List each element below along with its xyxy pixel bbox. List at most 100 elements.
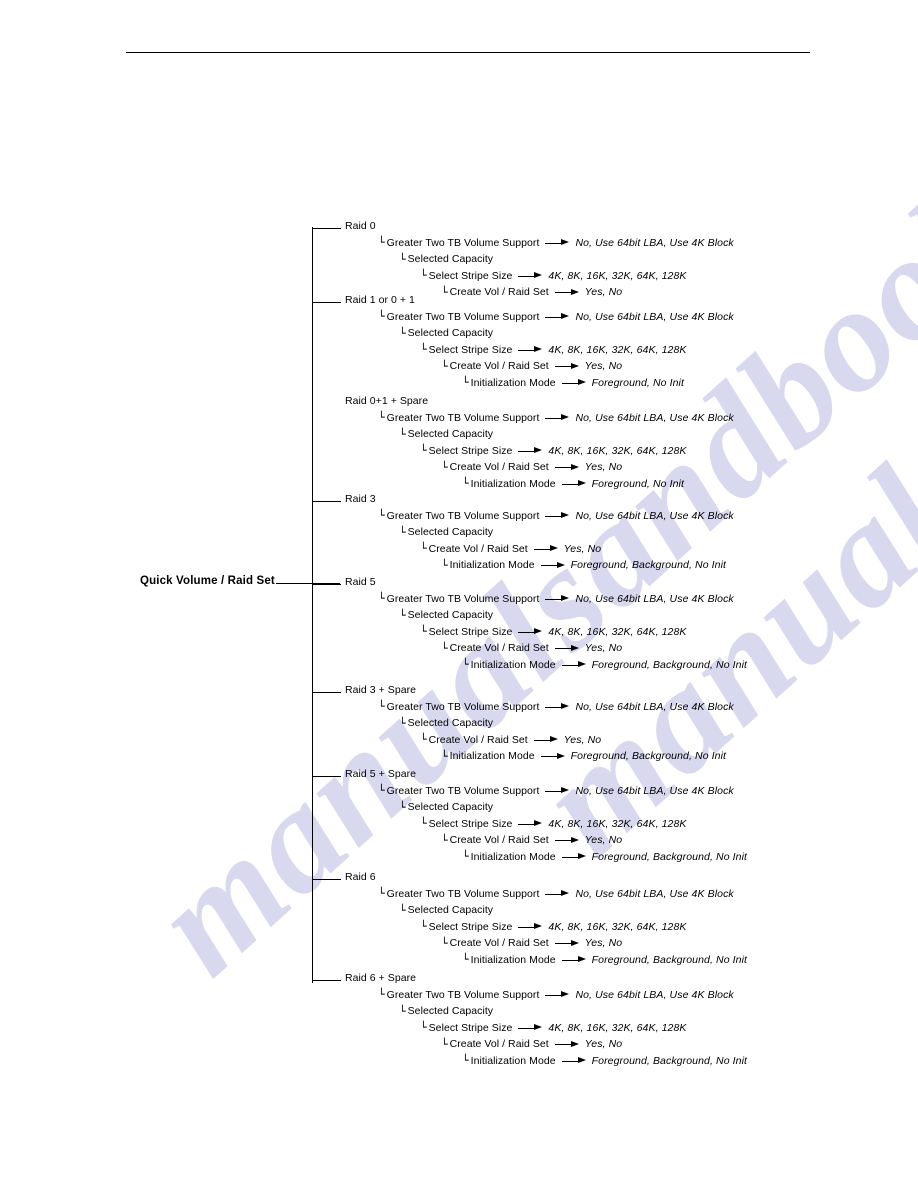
tree-node[interactable]: └ Initialization Mode Foreground, Backgrou… — [462, 851, 747, 863]
tree-node-options: No, Use 64bit LBA, Use 4K Block — [575, 509, 734, 522]
tree-node[interactable]: └ Initialization Mode Foreground, Backgrou… — [462, 659, 747, 671]
arrow-right-icon — [545, 991, 571, 999]
tree-node[interactable]: └ Select Stripe Size 4K, 8K, 16K, 32K, 64K… — [420, 344, 687, 356]
tree-node[interactable]: └ Greater Two TB Volume Support No, Use 64… — [378, 888, 734, 900]
tree-elbow-icon: └ — [378, 509, 385, 522]
tree-node-options: No, Use 64bit LBA, Use 4K Block — [575, 236, 734, 249]
tree-elbow-icon: └ — [399, 1004, 406, 1018]
tree-elbow-icon: └ — [441, 833, 448, 847]
branch-title[interactable]: Raid 0 — [345, 220, 376, 232]
tree-node[interactable]: └ Select Stripe Size 4K, 8K, 16K, 32K, 64K… — [420, 626, 687, 638]
tree-node-options: Yes, No — [584, 360, 623, 372]
branch-title[interactable]: Raid 0+1 + Spare — [345, 395, 428, 407]
tree-node[interactable]: └ Selected Capacity — [399, 717, 493, 729]
tree-node[interactable]: └ Create Vol / Raid Set Yes, No — [441, 360, 622, 372]
tree-node[interactable]: └ Create Vol / Raid Set Yes, No — [441, 834, 622, 846]
tree-node-label: Create Vol / Raid Set — [449, 642, 549, 654]
tree-elbow-icon: └ — [378, 784, 385, 797]
tree-node[interactable]: └ Initialization Mode Foreground, No Init — [462, 377, 684, 389]
arrow-right-icon — [545, 313, 571, 321]
tree-node[interactable]: └ Select Stripe Size 4K, 8K, 16K, 32K, 64K… — [420, 270, 687, 282]
tree-elbow-icon: └ — [399, 800, 406, 814]
tree-node[interactable]: └ Create Vol / Raid Set Yes, No — [420, 734, 601, 746]
tree-node[interactable]: └ Initialization Mode Foreground, Backgrou… — [441, 750, 726, 762]
arrow-right-icon — [554, 939, 581, 947]
tree-node[interactable]: └ Create Vol / Raid Set Yes, No — [420, 543, 601, 555]
tree-node[interactable]: └ Greater Two TB Volume Support No, Use 64… — [378, 989, 734, 1001]
tree-node[interactable]: └ Greater Two TB Volume Support No, Use 64… — [378, 412, 734, 424]
tree-node[interactable]: └ Create Vol / Raid Set Yes, No — [441, 286, 622, 298]
branch-title[interactable]: Raid 6 + Spare — [345, 972, 416, 984]
tree-node[interactable]: └ Greater Two TB Volume Support No, Use 64… — [378, 701, 734, 713]
tree-node-label: Selected Capacity — [407, 801, 494, 813]
tree-node-options: 4K, 8K, 16K, 32K, 64K, 128K — [548, 817, 687, 830]
branch-title[interactable]: Raid 6 — [345, 871, 376, 883]
tree-node[interactable]: └ Greater Two TB Volume Support No, Use 64… — [378, 593, 734, 605]
tree-elbow-icon: └ — [441, 936, 448, 950]
tree-node[interactable]: └ Selected Capacity — [399, 801, 493, 813]
branch-title[interactable]: Raid 3 — [345, 493, 376, 505]
tree-node[interactable]: └ Selected Capacity — [399, 609, 493, 621]
tree-node[interactable]: └ Selected Capacity — [399, 904, 493, 916]
tree-node[interactable]: └ Select Stripe Size 4K, 8K, 16K, 32K, 64K… — [420, 445, 687, 457]
tree-node[interactable]: └ Greater Two TB Volume Support No, Use 64… — [378, 311, 734, 323]
tree-node[interactable]: └ Initialization Mode Foreground, Backgrou… — [462, 954, 747, 966]
arrow-right-icon — [518, 923, 544, 931]
arrow-right-icon — [545, 787, 571, 795]
tree-node[interactable]: └ Greater Two TB Volume Support No, Use 64… — [378, 510, 734, 522]
tree-node-label: Greater Two TB Volume Support — [386, 236, 540, 249]
tree-node-label: Initialization Mode — [470, 1054, 556, 1067]
tree-node[interactable]: └ Create Vol / Raid Set Yes, No — [441, 642, 622, 654]
tree-node[interactable]: └ Greater Two TB Volume Support No, Use 64… — [378, 785, 734, 797]
tree-spine — [312, 227, 313, 983]
raid-configuration-tree: Quick Volume / Raid Set Raid 0 └ Greater T… — [0, 0, 918, 1188]
tree-elbow-icon: └ — [378, 988, 385, 1001]
tree-elbow-icon: └ — [378, 310, 385, 323]
tree-node-label: Selected Capacity — [407, 717, 494, 729]
arrow-right-icon — [561, 956, 588, 964]
arrow-right-icon — [518, 1024, 544, 1032]
tree-node[interactable]: └ Initialization Mode Foreground, Backgrou… — [441, 559, 726, 571]
tree-node[interactable]: └ Select Stripe Size 4K, 8K, 16K, 32K, 64K… — [420, 1022, 687, 1034]
tree-node-label: Greater Two TB Volume Support — [386, 700, 540, 713]
tree-node[interactable]: └ Greater Two TB Volume Support No, Use 64… — [378, 237, 734, 249]
tree-node[interactable]: └ Selected Capacity — [399, 526, 493, 538]
tree-node-options: Yes, No — [584, 461, 623, 473]
tree-node-label: Selected Capacity — [407, 428, 494, 440]
tree-node[interactable]: └ Initialization Mode Foreground, Backgrou… — [462, 1055, 747, 1067]
branch-title[interactable]: Raid 5 + Spare — [345, 768, 416, 780]
tree-elbow-icon: └ — [420, 444, 427, 457]
tree-elbow-icon: └ — [462, 1054, 469, 1067]
tree-node[interactable]: └ Select Stripe Size 4K, 8K, 16K, 32K, 64K… — [420, 818, 687, 830]
arrow-right-icon — [561, 853, 588, 861]
tree-node-label: Initialization Mode — [470, 658, 556, 671]
tree-node[interactable]: └ Selected Capacity — [399, 327, 493, 339]
tree-node-options: Foreground, Background, No Init — [591, 850, 748, 863]
branch-title[interactable]: Raid 5 — [345, 576, 376, 588]
tree-node[interactable]: └ Select Stripe Size 4K, 8K, 16K, 32K, 64K… — [420, 921, 687, 933]
branch-title[interactable]: Raid 3 + Spare — [345, 684, 416, 696]
tree-node[interactable]: └ Create Vol / Raid Set Yes, No — [441, 461, 622, 473]
tree-node-label: Select Stripe Size — [428, 817, 513, 830]
tree-node-options: 4K, 8K, 16K, 32K, 64K, 128K — [548, 444, 687, 457]
arrow-right-icon — [561, 1057, 588, 1065]
tree-elbow-icon: └ — [420, 625, 427, 638]
tree-node-label: Greater Two TB Volume Support — [386, 509, 540, 522]
tree-node-label: Selected Capacity — [407, 327, 494, 339]
tree-node[interactable]: └ Selected Capacity — [399, 253, 493, 265]
tree-elbow-icon: └ — [420, 733, 427, 746]
tree-node[interactable]: └ Create Vol / Raid Set Yes, No — [441, 1038, 622, 1050]
tree-elbow-icon: └ — [399, 608, 406, 622]
tree-node-label: Greater Two TB Volume Support — [386, 988, 540, 1001]
branch-title[interactable]: Raid 1 or 0 + 1 — [345, 294, 415, 306]
arrow-right-icon — [554, 836, 581, 844]
branch-connector-tick — [313, 584, 341, 585]
tree-node[interactable]: └ Selected Capacity — [399, 428, 493, 440]
tree-node-label: Selected Capacity — [407, 904, 494, 916]
tree-node[interactable]: └ Create Vol / Raid Set Yes, No — [441, 937, 622, 949]
branch-connector-tick — [313, 879, 341, 880]
tree-node-options: Foreground, Background, No Init — [591, 1054, 748, 1067]
tree-node[interactable]: └ Initialization Mode Foreground, No Init — [462, 478, 684, 490]
tree-node-label: Greater Two TB Volume Support — [386, 887, 540, 900]
tree-node[interactable]: └ Selected Capacity — [399, 1005, 493, 1017]
